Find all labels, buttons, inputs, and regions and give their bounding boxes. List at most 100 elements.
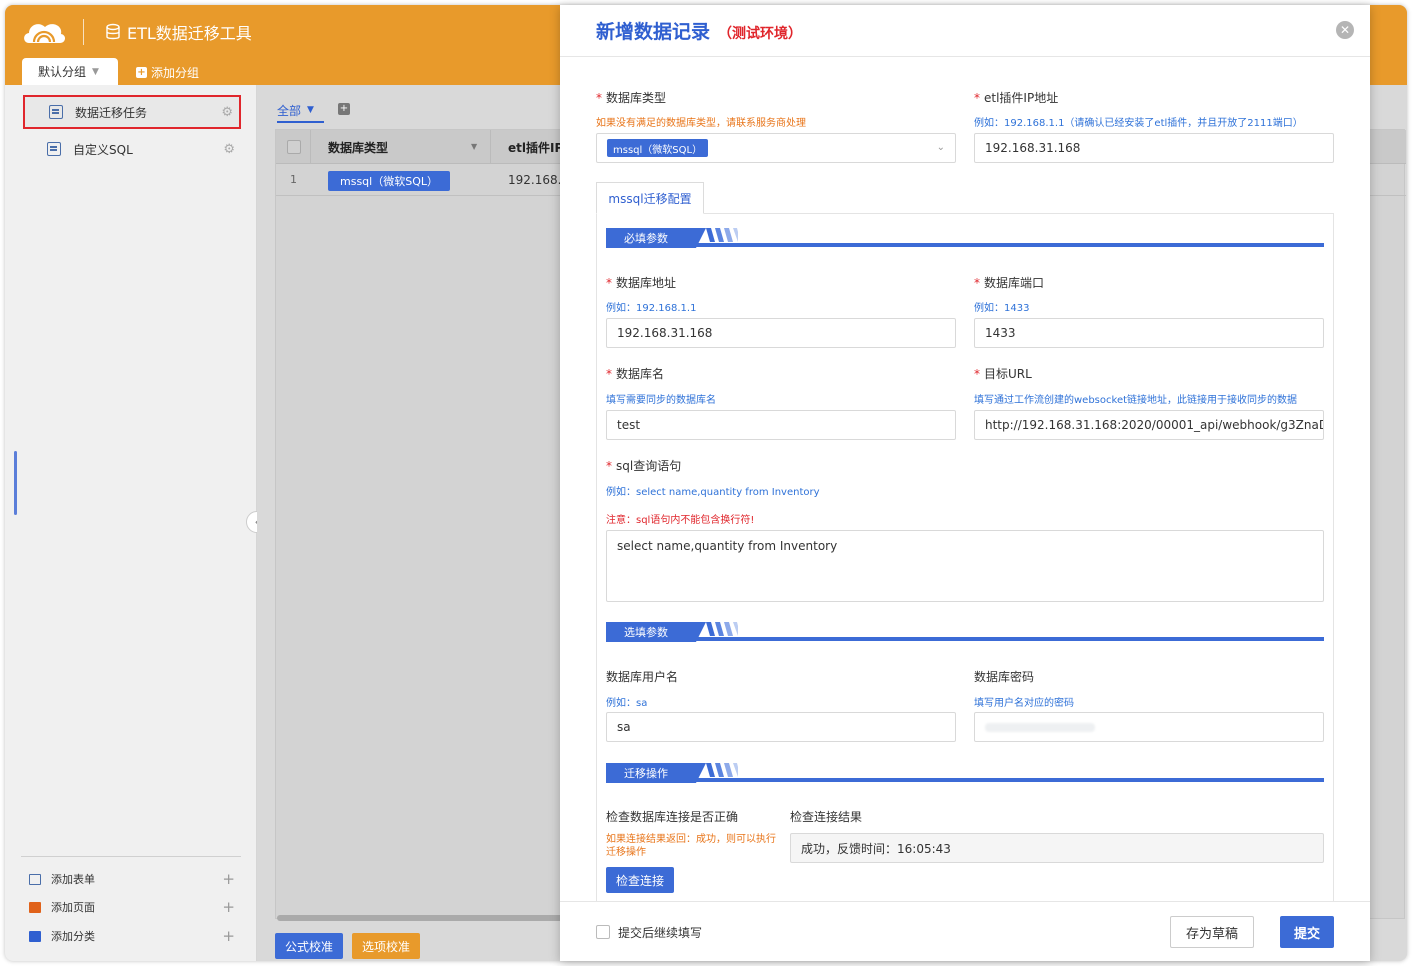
plus-icon: +	[222, 870, 235, 888]
column-header-etl-ip[interactable]: etl插件IP	[508, 130, 563, 164]
db-pwd-hint: 填写用户名对应的密码	[974, 698, 1074, 709]
etl-ip-label: * etl插件IP地址	[974, 90, 1059, 106]
db-pwd-input[interactable]	[974, 712, 1324, 742]
db-name-input[interactable]: test	[606, 410, 956, 440]
form-icon	[29, 873, 41, 885]
sidebar-item-label: 自定义SQL	[73, 142, 133, 157]
target-url-input[interactable]: http://192.168.31.168:2020/00001_api/web…	[974, 410, 1324, 440]
section-migrate: 迁移操作	[606, 763, 1324, 783]
stripes-icon	[706, 622, 738, 636]
group-tab-default[interactable]: 默认分组 ▼	[22, 58, 118, 85]
checkbox-box[interactable]	[596, 925, 610, 939]
save-draft-button[interactable]: 存为草稿	[1170, 916, 1254, 948]
target-url-hint: 填写通过工作流创建的websocket链接地址，此链接用于接收同步的数据	[974, 395, 1298, 406]
column-divider	[310, 130, 311, 164]
check-connection-hint: 如果连接结果返回：成功，则可以执行迁移操作	[606, 834, 776, 858]
add-record-modal: 新增数据记录 （测试环境） ✕ * 数据库类型 如果没有满足的数据库类型，请联系服…	[560, 5, 1370, 961]
add-page-button[interactable]: 添加页面 +	[23, 893, 241, 921]
caret-down-icon: ▼	[92, 66, 99, 77]
group-tab-label: 默认分组	[38, 65, 87, 79]
plus-icon: +	[222, 898, 235, 916]
check-connection-label: 检查数据库连接是否正确	[606, 810, 739, 824]
db-type-label: * 数据库类型	[596, 90, 667, 106]
add-filter-icon[interactable]: +	[338, 103, 350, 115]
etl-ip-hint: 例如：192.168.1.1（请确认已经安装了etl插件，并且开放了2111端口…	[974, 118, 1303, 129]
continue-after-submit-checkbox[interactable]: 提交后继续填写	[596, 922, 702, 942]
scroll-indicator	[14, 451, 17, 515]
db-user-label: 数据库用户名	[606, 670, 679, 684]
stripes-icon	[706, 228, 738, 242]
db-user-hint: 例如：sa	[606, 698, 648, 709]
db-port-hint: 例如：1433	[974, 303, 1030, 314]
caret-down-icon[interactable]: ▼	[471, 142, 477, 151]
add-form-label: 添加表单	[51, 873, 95, 886]
db-type-tag: mssql（微软SQL）	[328, 171, 450, 191]
db-addr-label: * 数据库地址	[606, 275, 677, 291]
cloud-logo-icon	[24, 24, 66, 43]
result-output: 成功，反馈时间：16:05:43	[790, 833, 1324, 863]
stripes-icon	[706, 763, 738, 777]
sidebar: 数据迁移任务 ⚙ 自定义SQL ⚙ 添加表单 + 添加页面 + 添加分类 +	[5, 85, 257, 961]
form-icon	[49, 105, 63, 119]
db-type-hint: 如果没有满足的数据库类型，请联系服务商处理	[596, 118, 806, 129]
db-port-input[interactable]: 1433	[974, 318, 1324, 348]
sql-warning: 注意：sql语句内不能包含换行符!	[606, 515, 755, 526]
sql-label: * sql查询语句	[606, 458, 682, 474]
sidebar-item-migration-task[interactable]: 数据迁移任务 ⚙	[23, 95, 241, 129]
form-icon	[47, 142, 61, 156]
password-mask	[985, 723, 1095, 732]
section-migrate-label: 迁移操作	[606, 763, 696, 783]
add-form-button[interactable]: 添加表单 +	[23, 865, 241, 893]
sidebar-item-custom-sql[interactable]: 自定义SQL ⚙	[23, 132, 241, 166]
formula-calibrate-button[interactable]: 公式校准	[275, 933, 344, 959]
horizontal-scrollbar[interactable]	[277, 915, 577, 921]
db-type-select[interactable]: mssql（微软SQL） ⌄	[596, 133, 956, 163]
plus-square-icon: +	[136, 66, 147, 78]
filter-dropdown[interactable]: 全部 ▼	[277, 99, 324, 123]
db-port-label: * 数据库端口	[974, 275, 1045, 291]
add-category-label: 添加分类	[51, 930, 95, 943]
modal-header: 新增数据记录 （测试环境） ✕	[560, 5, 1370, 57]
section-required-label: 必填参数	[606, 228, 696, 248]
db-addr-hint: 例如：192.168.1.1	[606, 303, 697, 314]
section-optional-label: 选填参数	[606, 622, 696, 642]
etl-ip-input[interactable]: 192.168.31.168	[974, 133, 1334, 163]
column-header-db-type[interactable]: 数据库类型	[328, 130, 388, 164]
caret-down-icon: ▼	[307, 105, 314, 115]
column-divider	[490, 130, 491, 164]
gear-icon[interactable]: ⚙	[223, 142, 235, 157]
continue-label: 提交后继续填写	[618, 925, 703, 940]
section-optional: 选填参数	[606, 622, 1324, 642]
modal-subtitle: （测试环境）	[718, 26, 803, 42]
folder-icon	[29, 930, 41, 942]
sql-textarea[interactable]: select name,quantity from Inventory	[606, 530, 1324, 602]
sidebar-divider	[21, 856, 241, 857]
add-group-button[interactable]: + 添加分组	[136, 62, 199, 82]
add-page-label: 添加页面	[51, 901, 95, 914]
modal-footer: 提交后继续填写 存为草稿 提交	[560, 901, 1370, 961]
db-type-selected-tag: mssql（微软SQL）	[607, 139, 709, 157]
close-icon[interactable]: ✕	[1336, 21, 1354, 39]
sql-hint: 例如：select name,quantity from Inventory	[606, 487, 820, 498]
filter-label: 全部	[277, 103, 302, 118]
row-number: 1	[290, 173, 297, 186]
db-pwd-label: 数据库密码	[974, 670, 1035, 684]
add-group-label: 添加分组	[151, 65, 200, 80]
db-name-label: * 数据库名	[606, 366, 665, 382]
chevron-down-icon: ⌄	[936, 142, 945, 153]
modal-title-text: 新增数据记录	[596, 21, 711, 43]
plus-icon: +	[222, 927, 235, 945]
title-separator	[83, 19, 84, 45]
database-icon	[106, 23, 120, 40]
option-calibrate-button[interactable]: 选项校准	[352, 933, 421, 959]
modal-title: 新增数据记录 （测试环境）	[596, 17, 802, 44]
gear-icon[interactable]: ⚙	[221, 105, 233, 120]
select-all-checkbox[interactable]	[287, 140, 301, 154]
target-url-label: * 目标URL	[974, 366, 1032, 382]
submit-button[interactable]: 提交	[1280, 916, 1334, 948]
db-addr-input[interactable]: 192.168.31.168	[606, 318, 956, 348]
tab-mssql-config[interactable]: mssql迁移配置	[596, 182, 704, 214]
check-connection-button[interactable]: 检查连接	[606, 867, 674, 893]
add-category-button[interactable]: 添加分类 +	[23, 922, 241, 950]
db-user-input[interactable]: sa	[606, 712, 956, 742]
